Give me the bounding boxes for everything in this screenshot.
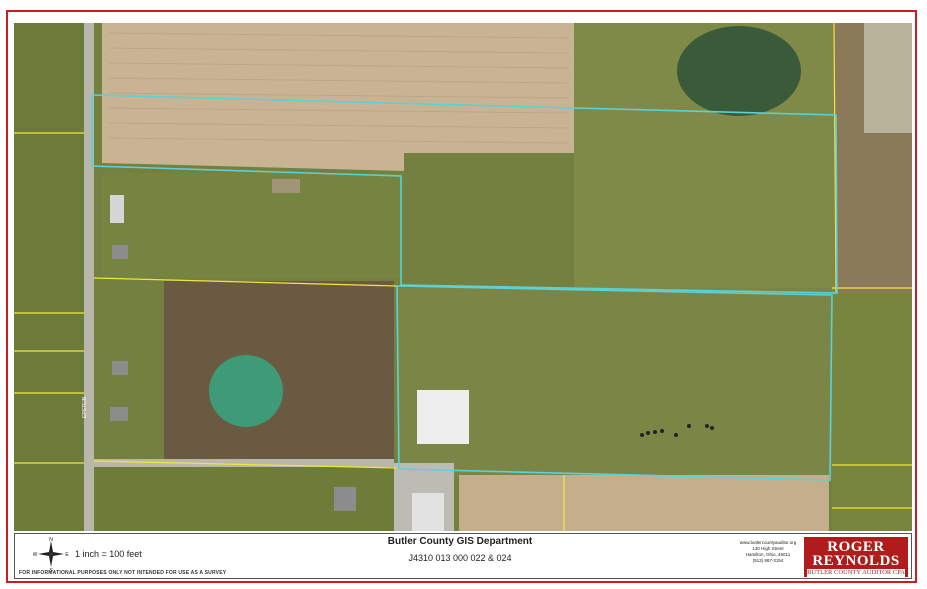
aerial-imagery bbox=[14, 23, 912, 531]
compass-w: W bbox=[33, 552, 38, 558]
logo-line1: ROGER bbox=[827, 539, 885, 555]
logo-line3: BUTLER COUNTY AUDITOR CPA bbox=[807, 569, 905, 577]
parcel-ids: J4310 013 000 022 & 024 bbox=[408, 553, 512, 563]
compass-n: N bbox=[49, 537, 53, 543]
disclaimer: FOR INFORMATIONAL PURPOSES ONLY NOT INTE… bbox=[19, 570, 227, 576]
compass-e: E bbox=[65, 552, 69, 558]
logo-line2: REYNOLDS bbox=[812, 553, 900, 569]
contact-phone: (513) 887-3154 bbox=[752, 558, 784, 563]
department-title: Butler County GIS Department bbox=[387, 536, 533, 547]
compass-rose-icon: N S W E bbox=[33, 537, 69, 572]
aerial-map[interactable]: EPSTEIN bbox=[14, 23, 912, 531]
road-label: EPSTEIN bbox=[82, 396, 88, 418]
auditor-logo: ROGER REYNOLDS BUTLER COUNTY AUDITOR CPA bbox=[804, 537, 908, 577]
scale-label: 1 inch = 100 feet bbox=[75, 549, 142, 559]
contact-block: www.butlercountyauditor.org 130 High Str… bbox=[733, 540, 803, 564]
map-footer: N S W E 1 inch = 100 feet FOR INFORMATIO… bbox=[14, 533, 912, 579]
